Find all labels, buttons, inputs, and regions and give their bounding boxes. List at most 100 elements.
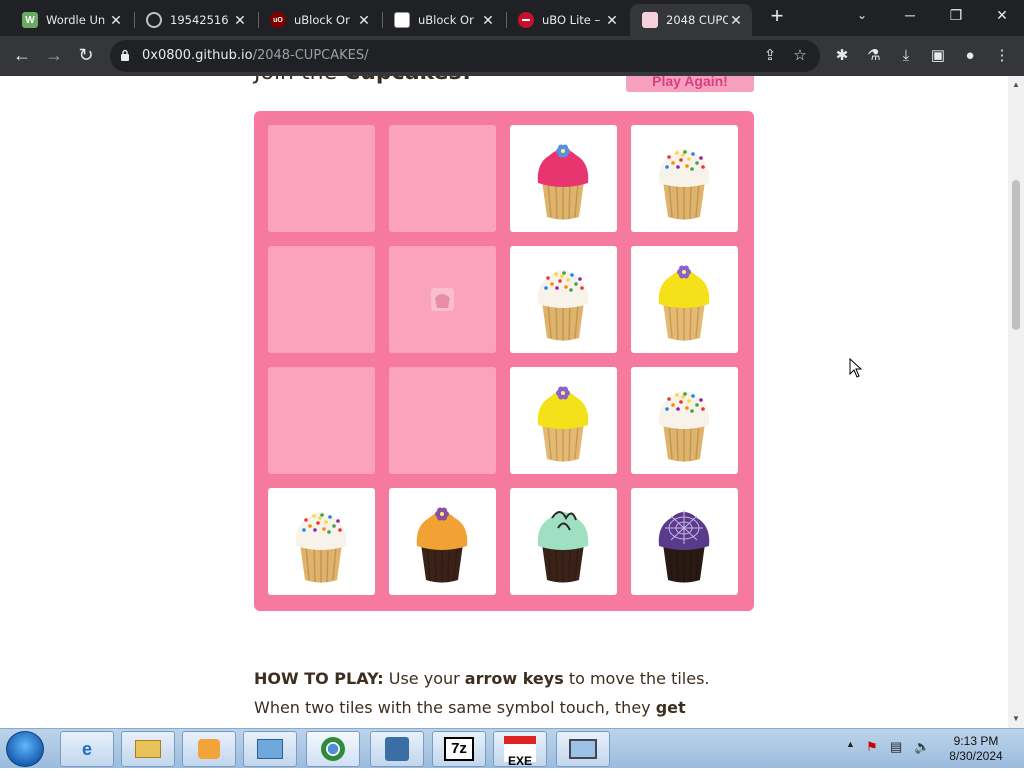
reload-icon[interactable]: ↻ <box>74 44 98 68</box>
white-sprinkles-cupcake-icon <box>295 512 347 583</box>
explorer-icon[interactable] <box>121 731 175 767</box>
board-cell <box>389 367 496 474</box>
mint-chocolate-cupcake-icon <box>537 511 589 583</box>
close-icon[interactable]: ✕ <box>604 12 620 29</box>
tab-title: uBO Lite – <box>542 13 601 27</box>
clock-date: 8/30/2024 <box>949 749 1003 763</box>
show-hidden-icon[interactable]: ▲ <box>846 739 855 749</box>
board-cell <box>268 367 375 474</box>
volume-muted-icon[interactable]: 🔈 <box>914 739 930 755</box>
tab-ublock-2[interactable]: uBlock Or ✕ <box>382 4 504 36</box>
tab-ubo-lite[interactable]: uBO Lite – ✕ <box>506 4 628 36</box>
globe-icon <box>146 12 162 28</box>
board-cell <box>268 125 375 232</box>
7zip-icon[interactable]: 7z <box>432 731 486 767</box>
scroll-thumb[interactable] <box>1012 180 1020 330</box>
profile-icon[interactable]: ● <box>958 44 982 68</box>
flask-icon[interactable]: ⚗ <box>862 44 886 68</box>
ghost-cupcake-icon <box>431 288 454 311</box>
tab-globe[interactable]: 19542516 ✕ <box>134 4 256 36</box>
close-icon[interactable]: ✕ <box>728 12 744 29</box>
board-tile <box>510 125 617 232</box>
board-tile <box>631 488 738 595</box>
tab-title: uBlock Or <box>418 13 474 27</box>
white-sprinkles-cupcake-icon <box>658 149 710 220</box>
ublock-icon: uO <box>270 12 286 28</box>
board-tile <box>631 246 738 353</box>
github-icon <box>394 12 410 28</box>
address-bar[interactable]: 0x0800.github.io/2048-CUPCAKES/ ⇪ ☆ <box>110 40 820 72</box>
board-tile <box>268 488 375 595</box>
close-icon[interactable]: ✕ <box>356 12 372 29</box>
howto-label: HOW TO PLAY: <box>254 669 384 688</box>
control-panel-icon[interactable] <box>243 731 297 767</box>
tab-2048-cupcakes[interactable]: 2048 CUPC ✕ <box>630 4 752 36</box>
forward-icon[interactable]: → <box>42 44 66 68</box>
board-tile <box>389 246 496 353</box>
download-icon[interactable]: ⤓ <box>894 44 918 68</box>
lock-icon <box>121 49 129 61</box>
close-icon[interactable]: ✕ <box>480 12 496 29</box>
pink-sprinkle-cupcake-icon <box>537 144 589 220</box>
tab-wordle[interactable]: W Wordle Un ✕ <box>10 4 132 36</box>
tab-title: uBlock Or <box>294 13 350 27</box>
restore-icon[interactable]: ❐ <box>934 0 978 32</box>
game-board <box>254 111 754 611</box>
yellow-flower-cupcake-icon <box>537 386 589 462</box>
tab-title: Wordle Un <box>46 13 106 27</box>
page-viewport: Join the Cupcakes! Play Again! HOW TO PL… <box>0 76 1008 728</box>
board-tile <box>389 488 496 595</box>
media-player-icon[interactable] <box>182 731 236 767</box>
bookmark-star-icon[interactable]: ☆ <box>790 46 810 66</box>
page-heading: Join the Cupcakes! <box>254 76 472 85</box>
board-tile <box>510 488 617 595</box>
page-scrollbar[interactable]: ▲ ▼ <box>1008 76 1024 728</box>
close-icon[interactable]: ✕ <box>108 12 124 29</box>
network-error-icon[interactable]: ⚑ <box>866 739 878 755</box>
board-tile <box>510 246 617 353</box>
scroll-up-icon[interactable]: ▲ <box>1011 80 1021 89</box>
board-cell <box>389 125 496 232</box>
back-icon[interactable]: ← <box>10 44 34 68</box>
chrome-icon[interactable] <box>306 731 360 767</box>
app-icon[interactable] <box>370 731 424 767</box>
tab-title: 2048 CUPC <box>666 13 728 27</box>
windows-taskbar: e 7z EXE ▲ ⚑ ▤ 🔈 9:13 PM 8/30/2024 <box>0 728 1024 768</box>
orange-chocolate-cupcake-icon <box>416 507 468 583</box>
side-panel-icon[interactable]: ▣ <box>926 44 950 68</box>
white-sprinkles-cupcake-icon <box>537 270 589 341</box>
cupcake-favicon <box>642 12 658 28</box>
tab-title: 19542516 <box>170 13 229 27</box>
white-sprinkles-cupcake-icon <box>658 391 710 462</box>
wordle-icon: W <box>22 12 38 28</box>
board-cell <box>268 246 375 353</box>
ie-icon[interactable]: e <box>60 731 114 767</box>
action-center-icon[interactable]: ▤ <box>890 739 902 755</box>
new-tab-button[interactable]: + <box>766 5 788 28</box>
yellow-flower-cupcake-icon <box>658 265 710 341</box>
share-icon[interactable]: ⇪ <box>760 46 780 66</box>
youtube-exe-icon[interactable]: EXE <box>493 731 547 768</box>
close-icon[interactable]: ✕ <box>232 12 248 29</box>
taskbar-clock[interactable]: 9:13 PM 8/30/2024 <box>944 734 1008 764</box>
remote-desktop-icon[interactable] <box>556 731 610 767</box>
board-tile <box>631 125 738 232</box>
tab-search-icon[interactable]: ⌄ <box>840 0 884 32</box>
url-text[interactable]: 0x0800.github.io/2048-CUPCAKES/ <box>142 48 369 63</box>
board-tile <box>631 367 738 474</box>
mouse-cursor-icon <box>849 358 863 378</box>
purple-spiderweb-cupcake-icon <box>658 510 710 583</box>
browser-toolbar: ← → ↻ 0x0800.github.io/2048-CUPCAKES/ ⇪ … <box>0 36 1024 76</box>
clock-time: 9:13 PM <box>953 734 999 748</box>
how-to-play: HOW TO PLAY: Use your arrow keys to move… <box>254 669 710 728</box>
extensions-puzzle-icon[interactable]: ✱ <box>830 44 854 68</box>
close-window-icon[interactable]: ✕ <box>980 0 1024 32</box>
ubo-lite-icon <box>518 12 534 28</box>
board-tile <box>510 367 617 474</box>
minimize-icon[interactable]: ─ <box>888 0 932 32</box>
start-button[interactable] <box>6 731 44 767</box>
scroll-down-icon[interactable]: ▼ <box>1011 714 1021 723</box>
menu-kebab-icon[interactable]: ⋮ <box>990 44 1014 68</box>
play-again-button[interactable]: Play Again! <box>626 76 754 92</box>
tab-ublock-1[interactable]: uO uBlock Or ✕ <box>258 4 380 36</box>
